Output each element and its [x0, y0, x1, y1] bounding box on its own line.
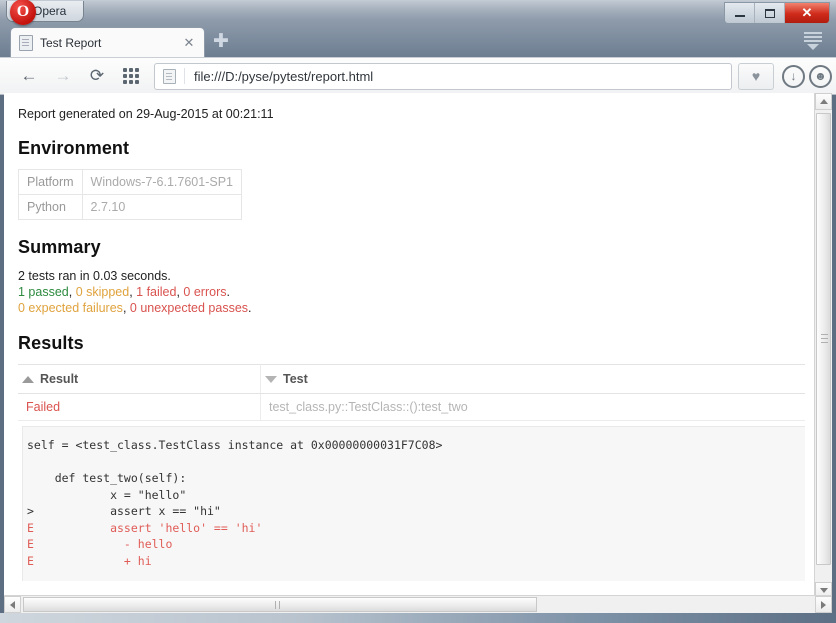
- column-header-test[interactable]: Test: [260, 364, 805, 394]
- log-line-x: x = "hello": [27, 487, 187, 502]
- log-line-def: def test_two(self):: [27, 471, 187, 485]
- opera-menu-button[interactable]: O Opera: [6, 0, 84, 25]
- title-bar: O Opera ✕: [0, 0, 836, 25]
- triangle-down-icon: [819, 588, 828, 593]
- summary-failed: 1 failed: [136, 285, 177, 299]
- sep: .: [226, 285, 230, 299]
- back-icon[interactable]: ←: [14, 61, 44, 91]
- opera-logo-glyph: O: [16, 3, 30, 20]
- environment-table: Platform Windows-7-6.1.7601-SP1 Python 2…: [18, 169, 242, 220]
- address-bar[interactable]: file:///D:/pyse/pytest/report.html: [154, 62, 732, 90]
- sep: ,: [68, 285, 76, 299]
- scroll-left-button[interactable]: [4, 596, 21, 613]
- summary-heading: Summary: [18, 237, 101, 257]
- results-table: Result Test Failed test_class.py::TestCl…: [18, 364, 805, 581]
- navigation-toolbar: ← → ⟳ file:///D:/pyse/pytest/report.html…: [0, 57, 836, 95]
- log-line-error-plus: E + hi: [27, 553, 152, 568]
- close-icon: ✕: [801, 5, 813, 20]
- maximize-button[interactable]: [754, 3, 784, 23]
- log-line-gt: > assert x == "hi": [27, 504, 221, 518]
- results-heading: Results: [18, 333, 84, 353]
- log-line-error-minus: E - hello: [27, 537, 173, 551]
- column-header-result-label: Result: [40, 372, 79, 386]
- env-key-platform: Platform: [18, 169, 83, 195]
- summary-skipped: 0 skipped: [75, 285, 130, 299]
- tab-close-icon[interactable]: ✕: [182, 36, 196, 50]
- main-menu-icon[interactable]: [804, 32, 824, 50]
- sort-descending-icon: [265, 376, 277, 383]
- scroll-right-button[interactable]: [815, 596, 832, 613]
- table-row: Platform Windows-7-6.1.7601-SP1: [18, 169, 242, 195]
- horizontal-scrollbar-thumb[interactable]: [23, 597, 537, 623]
- summary-expected-failures: 0 expected failures: [18, 301, 123, 315]
- results-header-row: Result Test: [18, 364, 805, 394]
- divider: [184, 68, 185, 84]
- triangle-left-icon: [10, 600, 15, 609]
- failure-traceback: self = <test_class.TestClass instance at…: [22, 426, 805, 581]
- sep: .: [248, 301, 252, 315]
- window-controls: ✕: [724, 2, 830, 24]
- log-line-error-assert: E assert 'hello' == 'hi': [27, 520, 263, 535]
- sort-ascending-icon: [22, 376, 34, 383]
- speed-dial-grid-icon[interactable]: [116, 61, 146, 91]
- table-row: Python 2.7.10: [18, 194, 242, 220]
- result-cell-failed: Failed: [18, 393, 261, 421]
- browser-window-screenshot: O Opera ✕ Test Report ✕ ✚ ← → ⟳ file:///…: [0, 0, 836, 623]
- summary-text: 2 tests ran in 0.03 seconds. 1 passed, 0…: [18, 268, 791, 316]
- download-icon[interactable]: ↓: [782, 64, 805, 88]
- horizontal-scrollbar[interactable]: [4, 595, 832, 623]
- minimize-button[interactable]: [725, 3, 754, 23]
- page-viewport: Report generated on 29-Aug-2015 at 00:21…: [4, 93, 832, 599]
- sep: ,: [122, 301, 130, 315]
- env-value-python: 2.7.10: [81, 194, 242, 220]
- page-icon: [19, 34, 33, 51]
- maximize-icon: [764, 8, 775, 18]
- grip-icon: [275, 601, 285, 623]
- summary-unexpected-passes: 0 unexpected passes: [129, 301, 249, 315]
- grip-icon: [821, 334, 828, 344]
- reload-icon[interactable]: ⟳: [82, 61, 112, 91]
- triangle-up-icon: [819, 99, 828, 104]
- env-key-python: Python: [18, 194, 83, 220]
- opera-logo-icon: O: [10, 0, 36, 25]
- table-row-log: self = <test_class.TestClass instance at…: [18, 420, 805, 581]
- minimize-icon: [734, 15, 745, 17]
- profile-avatar-icon[interactable]: ☻: [809, 64, 832, 88]
- forward-icon[interactable]: →: [48, 61, 78, 91]
- test-report-page: Report generated on 29-Aug-2015 at 00:21…: [4, 93, 805, 581]
- heart-icon[interactable]: ♥: [738, 62, 774, 90]
- report-generated-line: Report generated on 29-Aug-2015 at 00:21…: [18, 107, 274, 121]
- column-header-test-label: Test: [283, 372, 308, 386]
- log-cell: self = <test_class.TestClass instance at…: [18, 420, 805, 581]
- table-row[interactable]: Failed test_class.py::TestClass::():test…: [18, 393, 805, 421]
- tab-title: Test Report: [40, 35, 102, 50]
- scroll-up-button[interactable]: [815, 93, 832, 110]
- address-bar-text: file:///D:/pyse/pytest/report.html: [194, 68, 374, 84]
- window-frame: O Opera ✕ Test Report ✕ ✚ ← → ⟳ file:///…: [0, 0, 836, 623]
- log-line-self: self = <test_class.TestClass instance at…: [27, 438, 443, 452]
- site-page-icon: [163, 68, 176, 84]
- tab-test-report[interactable]: Test Report ✕: [10, 27, 205, 57]
- environment-heading: Environment: [18, 138, 130, 158]
- triangle-right-icon: [821, 600, 826, 609]
- tests-ran-line: 2 tests ran in 0.03 seconds.: [18, 269, 171, 283]
- close-button[interactable]: ✕: [784, 3, 829, 23]
- env-value-platform: Windows-7-6.1.7601-SP1: [81, 169, 242, 195]
- window-bottom-strip: [0, 613, 836, 623]
- column-header-result[interactable]: Result: [18, 364, 261, 394]
- vertical-scrollbar[interactable]: [814, 93, 832, 599]
- summary-passed: 1 passed: [18, 285, 69, 299]
- tab-strip: Test Report ✕ ✚: [0, 24, 836, 57]
- opera-menu-label: Opera: [33, 4, 67, 18]
- vertical-scrollbar-thumb[interactable]: [816, 113, 831, 565]
- report-content: Report generated on 29-Aug-2015 at 00:21…: [4, 93, 805, 581]
- test-name-cell: test_class.py::TestClass::():test_two: [260, 393, 805, 421]
- new-tab-button[interactable]: ✚: [212, 32, 230, 51]
- summary-errors: 0 errors: [183, 285, 227, 299]
